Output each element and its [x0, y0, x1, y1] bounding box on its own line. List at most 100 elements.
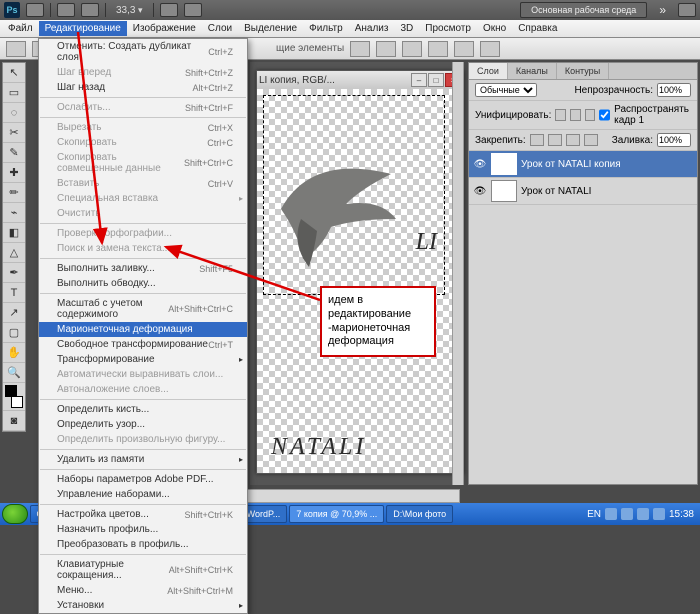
- tool-icon[interactable]: ▢: [3, 323, 25, 343]
- menuitem[interactable]: Выполнить заливку...Shift+F5: [39, 261, 247, 276]
- lock-move-icon[interactable]: [566, 134, 580, 146]
- tool-icon[interactable]: ▭: [3, 83, 25, 103]
- menu-Справка[interactable]: Справка: [512, 21, 563, 36]
- menuitem[interactable]: Преобразовать в профиль...: [39, 537, 247, 552]
- menu-Файл[interactable]: Файл: [2, 21, 39, 36]
- opt-hint: щие элементы: [276, 43, 344, 54]
- opt-icon[interactable]: [480, 41, 500, 57]
- menu-Выделение[interactable]: Выделение: [238, 21, 303, 36]
- menuitem[interactable]: Трансформирование: [39, 352, 247, 367]
- unify-icon[interactable]: [570, 109, 581, 121]
- layer-row[interactable]: 👁Урок от NATALI: [469, 178, 697, 205]
- unify-icon[interactable]: [555, 109, 566, 121]
- menuitem[interactable]: Марионеточная деформация: [39, 322, 247, 337]
- zoom-level[interactable]: 33,3 ▾: [112, 5, 147, 16]
- unify-icon[interactable]: [585, 109, 596, 121]
- tool-icon[interactable]: ✂: [3, 123, 25, 143]
- opt-icon[interactable]: [428, 41, 448, 57]
- menuitem[interactable]: Свободное трансформированиеCtrl+T: [39, 337, 247, 352]
- layer-thumb[interactable]: [491, 180, 517, 202]
- chevrons-icon[interactable]: »: [653, 3, 672, 17]
- view-extras-icon[interactable]: [57, 3, 75, 17]
- menuitem[interactable]: Клавиатурные сокращения...Alt+Shift+Ctrl…: [39, 557, 247, 583]
- menuitem[interactable]: Выполнить обводку...: [39, 276, 247, 291]
- minimize-button[interactable]: –: [411, 73, 427, 87]
- document-window[interactable]: LI копия, RGB/... – □ × LI NATALI: [256, 70, 464, 474]
- opt-icon[interactable]: [350, 41, 370, 57]
- menuitem[interactable]: Масштаб с учетом содержимогоAlt+Shift+Ct…: [39, 296, 247, 322]
- tool-icon[interactable]: ✋: [3, 343, 25, 363]
- tool-icon[interactable]: ↖: [3, 63, 25, 83]
- opt-icon[interactable]: [376, 41, 396, 57]
- menuitem[interactable]: Назначить профиль...: [39, 522, 247, 537]
- zoom-icon[interactable]: [184, 3, 202, 17]
- doc-titlebar[interactable]: LI копия, RGB/... – □ ×: [257, 71, 463, 89]
- quickmask-icon[interactable]: ◙: [3, 411, 25, 431]
- tool-icon[interactable]: ✏: [3, 183, 25, 203]
- fill-input[interactable]: [657, 133, 691, 147]
- tray-icon[interactable]: [605, 508, 617, 520]
- panel-tab[interactable]: Контуры: [557, 63, 609, 79]
- tray-icon[interactable]: [621, 508, 633, 520]
- menu-Слои[interactable]: Слои: [202, 21, 238, 36]
- visibility-icon[interactable]: 👁: [473, 159, 487, 170]
- tool-icon[interactable]: 🔍: [3, 363, 25, 383]
- lock-trans-icon[interactable]: [530, 134, 544, 146]
- menu-Анализ[interactable]: Анализ: [349, 21, 395, 36]
- taskbar-task[interactable]: 7 копия @ 70,9% ...: [289, 505, 384, 523]
- layer-thumb[interactable]: [491, 153, 517, 175]
- menu-Окно[interactable]: Окно: [477, 21, 512, 36]
- start-button[interactable]: [2, 504, 28, 524]
- menuitem[interactable]: Управление наборами...: [39, 487, 247, 502]
- tool-icon[interactable]: △: [3, 243, 25, 263]
- menuitem[interactable]: Определить узор...: [39, 417, 247, 432]
- opacity-input[interactable]: [657, 83, 691, 97]
- layer-row[interactable]: 👁Урок от NATALI копия: [469, 151, 697, 178]
- cs-live-icon[interactable]: [678, 3, 696, 17]
- tool-icon[interactable]: T: [3, 283, 25, 303]
- bridge-icon[interactable]: [26, 3, 44, 17]
- tray-icon[interactable]: [637, 508, 649, 520]
- panel-tab[interactable]: Слои: [469, 63, 508, 79]
- menuitem[interactable]: Шаг назадAlt+Ctrl+Z: [39, 80, 247, 95]
- menuitem[interactable]: Настройка цветов...Shift+Ctrl+K: [39, 507, 247, 522]
- menu-Фильтр[interactable]: Фильтр: [303, 21, 349, 36]
- menuitem[interactable]: Меню...Alt+Shift+Ctrl+M: [39, 583, 247, 598]
- tool-icon[interactable]: ⌁: [3, 203, 25, 223]
- lock-all-icon[interactable]: [584, 134, 598, 146]
- tool-preset-icon[interactable]: [6, 41, 26, 57]
- systray[interactable]: EN 15:38: [583, 508, 698, 520]
- menu-3D[interactable]: 3D: [394, 21, 419, 36]
- menuitem[interactable]: Установки: [39, 598, 247, 613]
- visibility-icon[interactable]: 👁: [473, 186, 487, 197]
- arrange-icon[interactable]: [81, 3, 99, 17]
- tool-icon[interactable]: ✎: [3, 143, 25, 163]
- menuitem[interactable]: Удалить из памяти: [39, 452, 247, 467]
- workspace-switcher[interactable]: Основная рабочая среда: [520, 2, 647, 18]
- doc-canvas[interactable]: LI NATALI: [257, 89, 463, 473]
- tool-icon[interactable]: ↗: [3, 303, 25, 323]
- menu-Редактирование[interactable]: Редактирование: [39, 21, 127, 36]
- lang-indicator[interactable]: EN: [587, 509, 601, 520]
- menuitem[interactable]: Отменить: Создать дубликат слояCtrl+Z: [39, 39, 247, 65]
- tool-icon[interactable]: ◌: [3, 103, 25, 123]
- opt-icon[interactable]: [454, 41, 474, 57]
- tool-icon[interactable]: ◧: [3, 223, 25, 243]
- blend-mode-select[interactable]: Обычные: [475, 83, 537, 97]
- menuitem[interactable]: Определить кисть...: [39, 402, 247, 417]
- maximize-button[interactable]: □: [428, 73, 444, 87]
- panel-tab[interactable]: Каналы: [508, 63, 557, 79]
- color-swatches[interactable]: [3, 383, 25, 411]
- menu-Просмотр[interactable]: Просмотр: [419, 21, 477, 36]
- tool-icon[interactable]: ✚: [3, 163, 25, 183]
- opt-icon[interactable]: [402, 41, 422, 57]
- propagate-checkbox[interactable]: [599, 108, 610, 122]
- hand-icon[interactable]: [160, 3, 178, 17]
- collapsed-panel-dock[interactable]: [452, 62, 464, 485]
- menuitem[interactable]: Наборы параметров Adobe PDF...: [39, 472, 247, 487]
- lock-paint-icon[interactable]: [548, 134, 562, 146]
- tool-icon[interactable]: ✒: [3, 263, 25, 283]
- taskbar-task[interactable]: D:\Мои фото: [386, 505, 453, 523]
- tray-icon[interactable]: [653, 508, 665, 520]
- menu-Изображение[interactable]: Изображение: [127, 21, 202, 36]
